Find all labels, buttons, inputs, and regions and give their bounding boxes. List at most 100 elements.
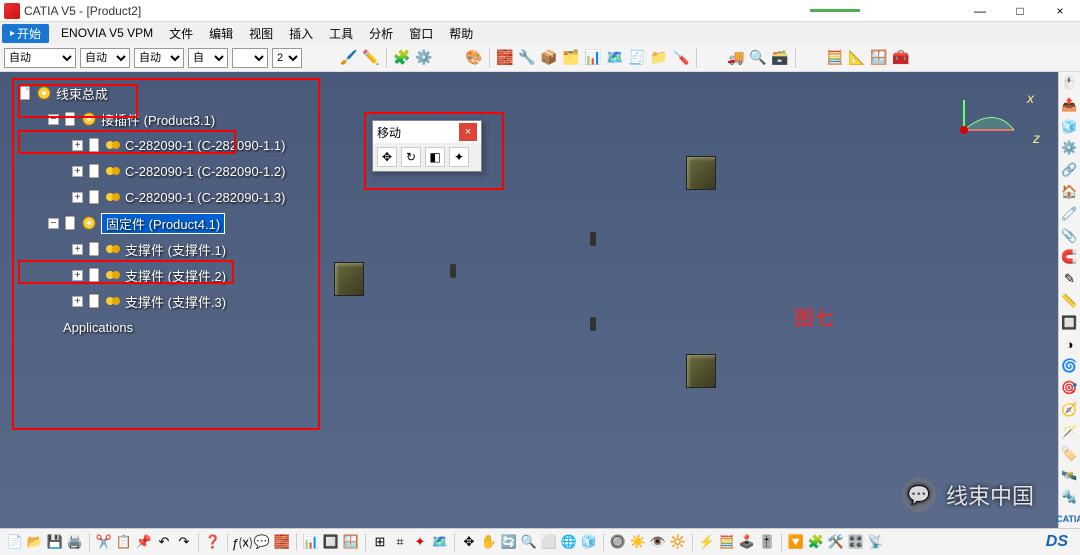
formula-icon[interactable]: ƒ⒳	[233, 533, 251, 551]
tool-icon[interactable]: 📎	[1061, 227, 1079, 245]
expand-icon[interactable]: +	[72, 244, 83, 255]
tool-icon[interactable]: 🪛	[673, 50, 689, 66]
tool-icon[interactable]: 🗺️	[431, 533, 449, 551]
tool-icon[interactable]: 🖌️	[341, 50, 357, 66]
expand-icon[interactable]: +	[72, 296, 83, 307]
tree-applications[interactable]: Applications	[18, 314, 285, 340]
expand-icon[interactable]: +	[72, 270, 83, 281]
tool-icon[interactable]: 🧰	[893, 50, 909, 66]
tool-icon[interactable]: 📁	[651, 50, 667, 66]
menu-analysis[interactable]: 分析	[361, 23, 401, 44]
move-tool-icon[interactable]: ✥	[377, 147, 397, 167]
tool-icon[interactable]: 🪟	[342, 533, 360, 551]
3d-small-part[interactable]	[450, 264, 456, 278]
tool-icon[interactable]: 🧩	[807, 533, 825, 551]
tree-leaf[interactable]: + C-282090-1 (C-282090-1.2)	[18, 158, 285, 184]
start-menu[interactable]: 开始	[2, 24, 49, 43]
tool-icon[interactable]: 🌐	[560, 533, 578, 551]
menu-enovia[interactable]: ENOVIA V5 VPM	[53, 24, 161, 42]
3d-part[interactable]	[686, 354, 716, 388]
select-4[interactable]: 自	[188, 48, 228, 68]
tree-leaf[interactable]: + C-282090-1 (C-282090-1.1)	[18, 132, 285, 158]
tool-icon[interactable]: ☀️	[629, 533, 647, 551]
tool-icon[interactable]: 🧱	[497, 50, 513, 66]
tool-icon[interactable]: 🔍	[750, 50, 766, 66]
new-icon[interactable]: 📄	[6, 533, 24, 551]
tool-icon[interactable]: ✎	[1061, 270, 1079, 288]
tool-icon[interactable]: 🗺️	[607, 50, 623, 66]
tool-icon[interactable]: 🧷	[1061, 205, 1079, 223]
tool-icon[interactable]: 🛰️	[1061, 467, 1079, 485]
rotate-tool-icon[interactable]: ↻	[401, 147, 421, 167]
tool-icon[interactable]: 📡	[867, 533, 885, 551]
tool-icon[interactable]: ◑	[1061, 336, 1079, 354]
expand-icon[interactable]: +	[72, 140, 83, 151]
expand-icon[interactable]: +	[72, 192, 83, 203]
zoom-icon[interactable]: 🔍	[520, 533, 538, 551]
3d-viewport[interactable]: 线束总成 − 接插件 (Product3.1) + C-282090-1 (C-…	[0, 72, 1058, 528]
3d-part[interactable]	[686, 156, 716, 190]
tool-icon[interactable]: 🛠️	[827, 533, 845, 551]
select-6[interactable]: 2	[272, 48, 302, 68]
tool-icon[interactable]: 🧾	[629, 50, 645, 66]
palette-titlebar[interactable]: 移动 ×	[373, 121, 481, 143]
expand-icon[interactable]: +	[72, 166, 83, 177]
pan-icon[interactable]: ✋	[480, 533, 498, 551]
tool-icon[interactable]: 🧱	[273, 533, 291, 551]
tool-icon[interactable]: 🗂️	[563, 50, 579, 66]
tool-icon[interactable]: 🧮	[827, 50, 843, 66]
minimize-button[interactable]: —	[960, 0, 1000, 22]
select-3[interactable]: 自动	[134, 48, 184, 68]
compass[interactable]: x z	[944, 90, 1034, 160]
normal-view-icon[interactable]: ⬜	[540, 533, 558, 551]
move-palette[interactable]: 移动 × ✥ ↻ ◧ ✦	[372, 120, 482, 172]
tool-icon[interactable]: 📏	[1061, 292, 1079, 310]
tool-icon[interactable]: 🪟	[871, 50, 887, 66]
open-icon[interactable]: 📂	[26, 533, 44, 551]
select-2[interactable]: 自动	[80, 48, 130, 68]
tool-icon[interactable]: 🌀	[1061, 358, 1079, 376]
tool-icon[interactable]: ⚙️	[1061, 139, 1079, 157]
collapse-icon[interactable]: −	[48, 218, 59, 229]
tool-icon[interactable]: ⌗	[391, 533, 409, 551]
maximize-button[interactable]: □	[1000, 0, 1040, 22]
tool-icon[interactable]: 🔲	[322, 533, 340, 551]
3d-small-part[interactable]	[590, 232, 596, 246]
snap-tool-icon[interactable]: ◧	[425, 147, 445, 167]
tool-icon[interactable]: 🔽	[787, 533, 805, 551]
tool-icon[interactable]: 🔆	[669, 533, 687, 551]
menu-window[interactable]: 窗口	[401, 23, 441, 44]
tool-icon[interactable]: ⚙️	[416, 50, 432, 66]
tool-icon[interactable]: 🏷️	[1061, 445, 1079, 463]
tool-icon[interactable]: 🏠	[1061, 183, 1079, 201]
tool-icon[interactable]: 📐	[849, 50, 865, 66]
save-icon[interactable]: 💾	[46, 533, 64, 551]
tool-icon[interactable]: 🔩	[1061, 488, 1079, 506]
tool-icon[interactable]: 📊	[585, 50, 601, 66]
tool-icon[interactable]: ⚡	[698, 533, 716, 551]
menu-help[interactable]: 帮助	[441, 23, 481, 44]
help-icon[interactable]: ❓	[204, 533, 222, 551]
explode-tool-icon[interactable]: ✦	[449, 147, 469, 167]
tool-icon[interactable]: 🗃️	[772, 50, 788, 66]
palette-close-button[interactable]: ×	[459, 123, 477, 141]
select-1[interactable]: 自动	[4, 48, 76, 68]
tool-icon[interactable]: ⊞	[371, 533, 389, 551]
menu-tools[interactable]: 工具	[321, 23, 361, 44]
tool-icon[interactable]: 🎯	[1061, 379, 1079, 397]
tree-leaf[interactable]: + 支撑件 (支撑件.2)	[18, 262, 285, 288]
iso-view-icon[interactable]: 🧊	[580, 533, 598, 551]
tree-root[interactable]: 线束总成	[18, 80, 285, 106]
cut-icon[interactable]: ✂️	[95, 533, 113, 551]
tool-icon[interactable]: 🎛️	[847, 533, 865, 551]
undo-icon[interactable]: ↶	[155, 533, 173, 551]
print-icon[interactable]: 🖨️	[66, 533, 84, 551]
tool-icon[interactable]: 📤	[1061, 96, 1079, 114]
menu-view[interactable]: 视图	[241, 23, 281, 44]
menu-edit[interactable]: 编辑	[201, 23, 241, 44]
tool-icon[interactable]: 🕹️	[738, 533, 756, 551]
tool-icon[interactable]: 🧩	[394, 50, 410, 66]
tool-icon[interactable]: 🔗	[1061, 161, 1079, 179]
rotate-icon[interactable]: 🔄	[500, 533, 518, 551]
tool-icon[interactable]: 🖱️	[1061, 74, 1079, 92]
